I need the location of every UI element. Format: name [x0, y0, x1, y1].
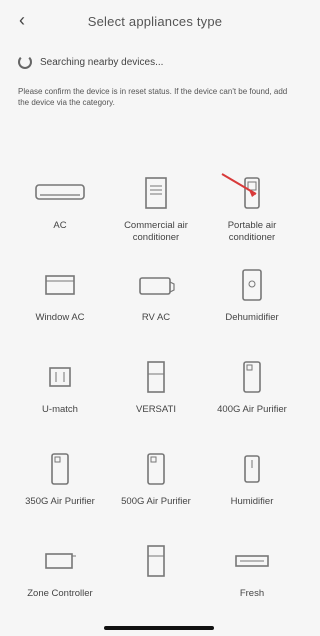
u-match-icon: [30, 360, 90, 394]
hint-text: Please confirm the device is in reset st…: [18, 87, 288, 107]
dehumidifier-icon: [222, 268, 282, 302]
fridge-icon: [126, 544, 186, 578]
appliance-fridge[interactable]: [108, 532, 204, 624]
appliance-label: Dehumidifier: [225, 312, 279, 323]
appliance-500g-air-purifier[interactable]: 500G Air Purifier: [108, 440, 204, 532]
appliance-label: Portable air conditioner: [227, 220, 277, 243]
back-icon[interactable]: ‹: [12, 10, 32, 30]
air-purifier-400g-icon: [222, 360, 282, 394]
appliance-dehumidifier[interactable]: Dehumidifier: [204, 256, 300, 348]
appliance-label: Commercial air conditioner: [124, 220, 188, 243]
fresh-air-icon: [222, 544, 282, 578]
appliance-zone-controller[interactable]: Zone Controller: [12, 532, 108, 624]
appliance-label: AC: [53, 220, 67, 231]
appliance-label: 400G Air Purifier: [217, 404, 287, 415]
zone-controller-icon: [30, 544, 90, 578]
search-status: Searching nearby devices...: [0, 42, 310, 74]
appliance-label: Window AC: [35, 312, 85, 323]
appliance-portable-ac[interactable]: Portable air conditioner: [204, 164, 300, 256]
appliance-400g-air-purifier[interactable]: 400G Air Purifier: [204, 348, 300, 440]
page-title: Select appliances type: [87, 13, 223, 29]
commercial-ac-icon: [126, 176, 186, 210]
appliance-rv-ac[interactable]: RV AC: [108, 256, 204, 348]
appliance-fresh[interactable]: Fresh: [204, 532, 300, 624]
rv-ac-icon: [126, 268, 186, 302]
appliance-u-match[interactable]: U-match: [12, 348, 108, 440]
appliance-humidifier[interactable]: Humidifier: [204, 440, 300, 532]
appliance-label: U-match: [42, 404, 78, 415]
appliance-label: RV AC: [141, 312, 171, 323]
air-purifier-500g-icon: [126, 452, 186, 486]
appliance-window-ac[interactable]: Window AC: [12, 256, 108, 348]
appliance-350g-air-purifier[interactable]: 350G Air Purifier: [12, 440, 108, 532]
appliance-ac[interactable]: AC: [12, 164, 108, 256]
appliance-grid: AC Commercial air conditioner Portable a…: [12, 164, 302, 624]
top-bar: ‹ Select appliances type: [0, 0, 310, 42]
appliance-commercial-ac[interactable]: Commercial air conditioner: [108, 164, 204, 256]
appliance-label: 350G Air Purifier: [25, 496, 95, 507]
versati-icon: [126, 360, 186, 394]
loading-spinner-icon: [18, 55, 32, 69]
appliance-label: Humidifier: [230, 496, 274, 507]
appliance-label: 500G Air Purifier: [121, 496, 191, 507]
window-ac-icon: [30, 268, 90, 302]
split-ac-icon: [30, 176, 90, 210]
air-purifier-350g-icon: [30, 452, 90, 486]
appliance-versati[interactable]: VERSATI: [108, 348, 204, 440]
home-indicator: [104, 626, 214, 630]
appliance-label: Zone Controller: [27, 588, 93, 599]
appliance-label: Fresh: [239, 588, 265, 599]
appliance-label: VERSATI: [136, 404, 176, 415]
portable-ac-icon: [222, 176, 282, 210]
searching-text: Searching nearby devices...: [40, 56, 164, 68]
humidifier-icon: [222, 452, 282, 486]
